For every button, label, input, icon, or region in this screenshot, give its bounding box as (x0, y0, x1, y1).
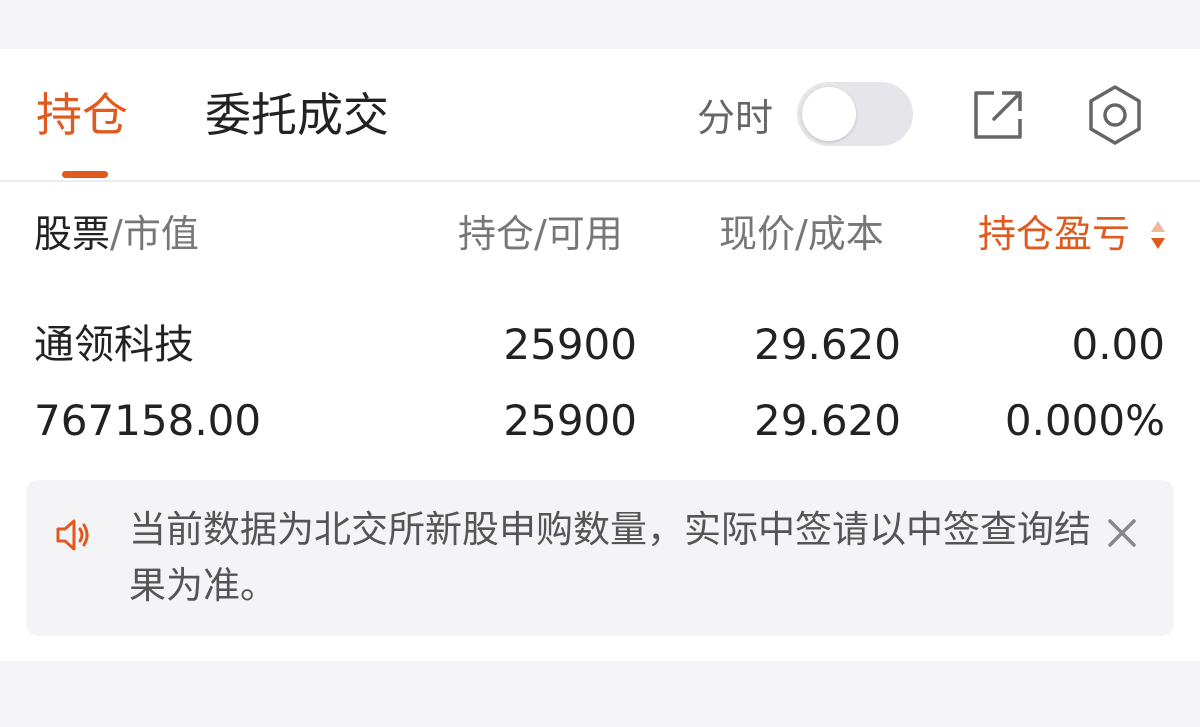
notice-banner: 当前数据为北交所新股申购数量，实际中签请以中签查询结果为准。 (26, 480, 1174, 636)
table-row[interactable]: 通领科技 25900 29.620 0.00 (0, 320, 1200, 370)
market-value: 767158.00 (34, 396, 262, 445)
speaker-icon (55, 516, 93, 554)
pnl-percent: 0.000% (1004, 396, 1165, 445)
stock-name: 通领科技 (34, 322, 194, 368)
column-header-market-value-label: /市值 (110, 212, 199, 256)
close-icon[interactable] (1106, 517, 1138, 549)
fenshi-label: 分时 (697, 96, 774, 140)
cost-price: 29.620 (754, 396, 901, 445)
table-row-secondary[interactable]: 767158.00 25900 29.620 0.000% (0, 396, 1200, 446)
sort-arrows-icon[interactable] (1148, 218, 1168, 252)
column-header-row: 股票/市值 持仓/可用 现价/成本 持仓盈亏 (0, 209, 1200, 259)
column-header-stock[interactable]: 股票/市值 (34, 209, 199, 259)
column-header-position[interactable]: 持仓/可用 (458, 209, 623, 259)
tab-active-indicator (62, 171, 108, 178)
notice-text: 当前数据为北交所新股申购数量，实际中签请以中签查询结果为准。 (129, 508, 1091, 607)
holdings-card: 持仓 委托成交 分时 股票/市值 持仓/可用 现价/成本 持仓盈亏 通领科技 2… (0, 49, 1200, 661)
gear-icon[interactable] (1084, 84, 1146, 146)
column-header-pnl[interactable]: 持仓盈亏 (978, 209, 1146, 259)
tab-orders-trades[interactable]: 委托成交 (205, 87, 389, 143)
current-price: 29.620 (754, 320, 901, 369)
position-pnl: 0.00 (1071, 320, 1165, 369)
fenshi-toggle[interactable] (797, 82, 913, 146)
tab-holdings[interactable]: 持仓 (36, 87, 128, 143)
position-quantity: 25900 (503, 320, 637, 369)
available-quantity: 25900 (503, 396, 637, 445)
tabs-bar: 持仓 委托成交 分时 (0, 49, 1200, 182)
toggle-knob (802, 87, 856, 141)
column-header-price[interactable]: 现价/成本 (719, 209, 884, 259)
column-header-stock-label: 股票 (34, 212, 111, 256)
external-link-icon[interactable] (972, 89, 1024, 141)
